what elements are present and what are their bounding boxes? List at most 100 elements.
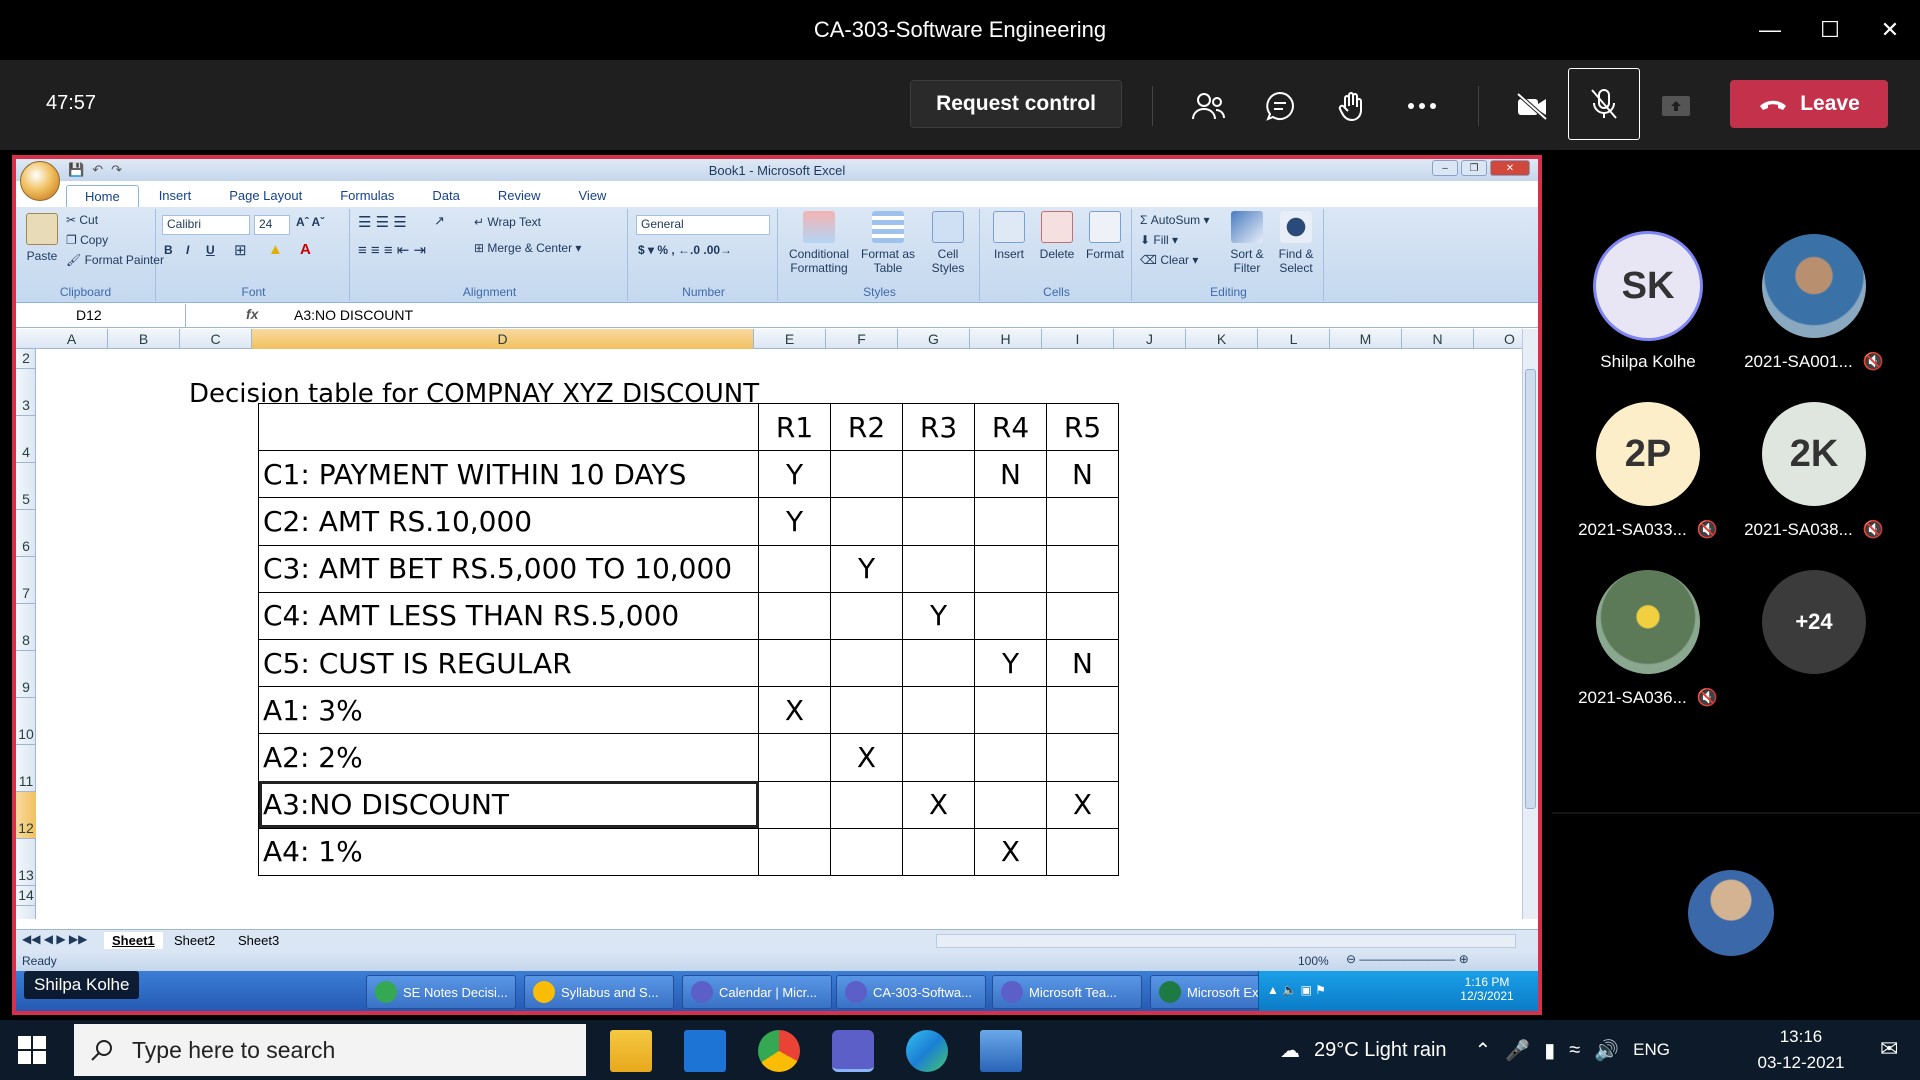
- rule-cell[interactable]: [830, 497, 903, 546]
- condition-cell[interactable]: A2: 2%: [258, 733, 759, 782]
- rule-header-cell[interactable]: R5: [1046, 402, 1119, 452]
- rule-cell[interactable]: [830, 638, 903, 688]
- font-size-select[interactable]: 24: [254, 215, 290, 235]
- row-header[interactable]: 2: [16, 349, 36, 369]
- sheet-tab-1[interactable]: Sheet1: [104, 932, 163, 949]
- column-header[interactable]: B: [108, 329, 180, 349]
- share-screen-icon[interactable]: [1654, 84, 1698, 128]
- language-indicator[interactable]: ENG: [1633, 1040, 1670, 1060]
- row-header[interactable]: 3: [16, 369, 36, 416]
- rule-cell[interactable]: [1046, 544, 1119, 593]
- remote-taskbar-item[interactable]: Syllabus and S...: [524, 975, 674, 1009]
- column-header[interactable]: G: [898, 329, 970, 349]
- rule-cell[interactable]: [902, 497, 975, 546]
- rule-cell[interactable]: [902, 686, 975, 735]
- tab-page-layout[interactable]: Page Layout: [211, 185, 320, 207]
- camera-off-icon[interactable]: [1510, 84, 1554, 128]
- cell-styles-button[interactable]: Cell Styles: [920, 211, 976, 275]
- leave-button[interactable]: Leave: [1730, 80, 1888, 128]
- rule-cell[interactable]: Y: [830, 544, 903, 593]
- remote-taskbar-item[interactable]: CA-303-Softwa...: [836, 975, 986, 1009]
- zoom-slider[interactable]: ⊖ ———————— ⊕: [1346, 952, 1469, 966]
- condition-cell[interactable]: A1: 3%: [258, 686, 759, 735]
- paste-button[interactable]: Paste: [22, 213, 62, 263]
- sheet-tab-2[interactable]: Sheet2: [166, 932, 223, 949]
- request-control-button[interactable]: Request control: [910, 80, 1122, 128]
- table-corner-cell[interactable]: [258, 402, 759, 452]
- weather-icon[interactable]: ☁: [1280, 1038, 1300, 1063]
- windows-start-icon[interactable]: [18, 1036, 46, 1064]
- tray-icons[interactable]: ▲ 🔈 ▣ ⚑: [1267, 983, 1326, 997]
- teams-icon[interactable]: [832, 1030, 874, 1072]
- autosum-button[interactable]: Σ AutoSum ▾: [1140, 213, 1209, 227]
- more-options-icon[interactable]: [1400, 84, 1444, 128]
- wifi-icon[interactable]: ≈: [1569, 1039, 1580, 1062]
- rule-cell[interactable]: [974, 686, 1047, 735]
- cut-button[interactable]: ✂ Cut: [66, 213, 98, 227]
- rule-cell[interactable]: [974, 544, 1047, 593]
- rule-cell[interactable]: [902, 733, 975, 782]
- rule-cell[interactable]: [1046, 827, 1119, 876]
- row-header[interactable]: 11: [16, 745, 36, 792]
- column-header[interactable]: D: [252, 329, 754, 349]
- row-header[interactable]: 8: [16, 604, 36, 651]
- excel-minimize-icon[interactable]: –: [1432, 160, 1458, 176]
- overflow-participants-button[interactable]: +24: [1734, 570, 1894, 674]
- wrap-text-button[interactable]: ↵ Wrap Text: [474, 215, 541, 229]
- horizontal-scrollbar[interactable]: [936, 934, 1516, 948]
- row-header[interactable]: 14: [16, 886, 36, 906]
- tab-review[interactable]: Review: [480, 185, 559, 207]
- font-color-icon[interactable]: A: [300, 241, 311, 258]
- bold-icon[interactable]: B: [164, 243, 173, 257]
- column-header[interactable]: M: [1330, 329, 1402, 349]
- participant-tile[interactable]: 2P 2021-SA033... 🔇: [1568, 402, 1728, 540]
- participant-tile[interactable]: 2K 2021-SA038... 🔇: [1734, 402, 1894, 540]
- rule-cell[interactable]: [902, 450, 975, 499]
- rule-cell[interactable]: [902, 827, 975, 876]
- rule-cell[interactable]: [974, 497, 1047, 546]
- remote-clock[interactable]: 1:16 PM 12/3/2021: [1447, 975, 1527, 1003]
- condition-cell[interactable]: C5: CUST IS REGULAR: [258, 638, 759, 688]
- clear-button[interactable]: ⌫ Clear ▾: [1140, 253, 1198, 267]
- delete-cells-button[interactable]: Delete: [1034, 211, 1080, 261]
- format-cells-button[interactable]: Format: [1082, 211, 1128, 261]
- vertical-scrollbar[interactable]: [1522, 329, 1538, 919]
- rule-header-cell[interactable]: R4: [974, 402, 1047, 452]
- office-button-icon[interactable]: [20, 161, 60, 201]
- rule-cell[interactable]: [974, 591, 1047, 640]
- rule-cell[interactable]: [1046, 497, 1119, 546]
- row-header[interactable]: 13: [16, 839, 36, 886]
- column-header[interactable]: F: [826, 329, 898, 349]
- column-header[interactable]: C: [180, 329, 252, 349]
- sheet-nav-icon[interactable]: ◀◀ ◀ ▶ ▶▶: [22, 932, 87, 946]
- tab-data[interactable]: Data: [414, 185, 477, 207]
- rule-cell[interactable]: [902, 638, 975, 688]
- format-as-table-button[interactable]: Format as Table: [858, 211, 918, 275]
- rule-cell[interactable]: X: [974, 827, 1047, 876]
- participant-tile[interactable]: SK Shilpa Kolhe: [1568, 234, 1728, 372]
- rule-cell[interactable]: [758, 733, 831, 782]
- row-header[interactable]: 7: [16, 557, 36, 604]
- merge-center-button[interactable]: ⊞ Merge & Center ▾: [474, 241, 581, 255]
- column-header[interactable]: J: [1114, 329, 1186, 349]
- rule-cell[interactable]: [974, 733, 1047, 782]
- self-video-preview[interactable]: [1688, 870, 1774, 956]
- rule-cell[interactable]: X: [902, 780, 975, 829]
- row-header[interactable]: 10: [16, 698, 36, 745]
- condition-cell[interactable]: C2: AMT RS.10,000: [258, 497, 759, 546]
- tab-view[interactable]: View: [561, 185, 625, 207]
- mail-icon[interactable]: [684, 1030, 726, 1072]
- raise-hand-icon[interactable]: [1330, 84, 1374, 128]
- font-name-select[interactable]: Calibri: [162, 215, 250, 235]
- column-header[interactable]: H: [970, 329, 1042, 349]
- rule-cell[interactable]: [902, 544, 975, 593]
- column-header[interactable]: K: [1186, 329, 1258, 349]
- participants-icon[interactable]: [1186, 84, 1230, 128]
- chrome-icon[interactable]: [758, 1030, 800, 1072]
- tab-formulas[interactable]: Formulas: [322, 185, 412, 207]
- rule-cell[interactable]: [758, 638, 831, 688]
- rule-cell[interactable]: X: [830, 733, 903, 782]
- rule-cell[interactable]: Y: [758, 497, 831, 546]
- format-painter-button[interactable]: 🖌 Format Painter: [66, 253, 164, 267]
- rule-cell[interactable]: [974, 780, 1047, 829]
